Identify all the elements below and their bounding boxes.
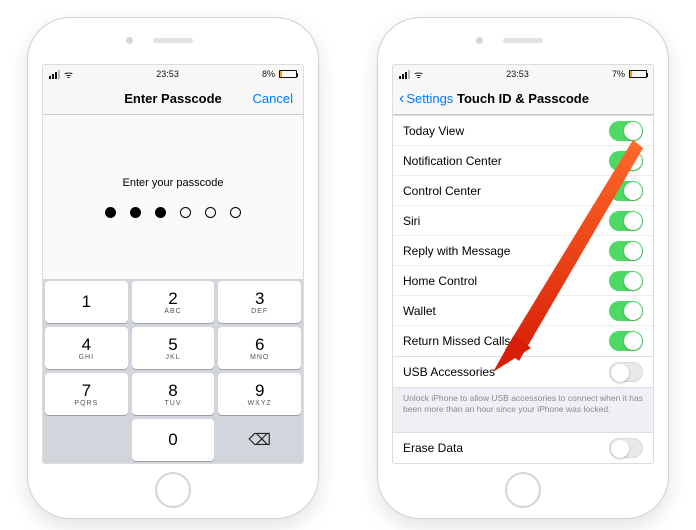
row-label: Erase Data — [403, 441, 463, 455]
speaker — [153, 38, 193, 43]
key-blank — [45, 419, 128, 461]
toggle-usb-accessories[interactable] — [609, 362, 643, 382]
erase-group: Erase Data — [393, 432, 653, 463]
nav-bar: Enter Passcode Cancel — [43, 83, 303, 115]
row-label: Wallet — [403, 304, 436, 318]
nav-title: Touch ID & Passcode — [457, 91, 589, 106]
row-label: Today View — [403, 124, 464, 138]
allow-access-group: Today View Notification Center Control Cen… — [393, 115, 653, 357]
passcode-dot — [105, 207, 116, 218]
battery-percent: 7% — [612, 69, 625, 79]
clock: 23:53 — [156, 69, 179, 79]
back-label: Settings — [406, 91, 453, 106]
battery-icon — [629, 70, 647, 78]
key-0[interactable]: 0 — [132, 419, 215, 461]
toggle-today-view[interactable] — [609, 121, 643, 141]
key-delete[interactable]: ⌫ — [218, 419, 301, 461]
battery-percent: 8% — [262, 69, 275, 79]
usb-group: USB Accessories — [393, 356, 653, 388]
toggle-siri[interactable] — [609, 211, 643, 231]
toggle-notification-center[interactable] — [609, 151, 643, 171]
passcode-dot — [130, 207, 141, 218]
battery-icon — [279, 70, 297, 78]
row-notification-center: Notification Center — [393, 146, 653, 176]
key-1[interactable]: 1 — [45, 281, 128, 323]
signal-icon — [399, 70, 410, 79]
passcode-dot — [155, 207, 166, 218]
status-bar: ᯤ 23:53 8% — [43, 65, 303, 83]
nav-bar: ‹ Settings Touch ID & Passcode — [393, 83, 653, 115]
row-label: Notification Center — [403, 154, 502, 168]
passcode-dot — [205, 207, 216, 218]
row-erase-data: Erase Data — [393, 433, 653, 463]
toggle-home-control[interactable] — [609, 271, 643, 291]
key-4[interactable]: 4GHI — [45, 327, 128, 369]
nav-title: Enter Passcode — [124, 91, 222, 106]
passcode-dot — [180, 207, 191, 218]
key-8[interactable]: 8TUV — [132, 373, 215, 415]
row-return-missed-calls: Return Missed Calls — [393, 326, 653, 356]
toggle-return-missed-calls[interactable] — [609, 331, 643, 351]
key-6[interactable]: 6MNO — [218, 327, 301, 369]
screen-settings: ᯤ 23:53 7% ‹ Settings Touch ID & Passcod… — [392, 64, 654, 464]
row-label: Control Center — [403, 184, 481, 198]
key-5[interactable]: 5JKL — [132, 327, 215, 369]
key-2[interactable]: 2ABC — [132, 281, 215, 323]
front-camera — [476, 37, 483, 44]
row-reply-with-message: Reply with Message — [393, 236, 653, 266]
toggle-control-center[interactable] — [609, 181, 643, 201]
passcode-prompt: Enter your passcode — [123, 177, 224, 189]
clock: 23:53 — [506, 69, 529, 79]
toggle-reply-with-message[interactable] — [609, 241, 643, 261]
settings-list[interactable]: Today View Notification Center Control Cen… — [393, 115, 653, 463]
row-today-view: Today View — [393, 116, 653, 146]
wifi-icon: ᯤ — [64, 67, 73, 81]
key-9[interactable]: 9WXYZ — [218, 373, 301, 415]
key-7[interactable]: 7PQRS — [45, 373, 128, 415]
chevron-left-icon: ‹ — [399, 91, 404, 107]
phone-passcode: ᯤ 23:53 8% Enter Passcode Cancel Enter y… — [28, 18, 318, 518]
back-button[interactable]: ‹ Settings — [399, 91, 453, 107]
toggle-wallet[interactable] — [609, 301, 643, 321]
passcode-dot — [230, 207, 241, 218]
passcode-area: Enter your passcode — [43, 115, 303, 279]
phone-settings: ᯤ 23:53 7% ‹ Settings Touch ID & Passcod… — [378, 18, 668, 518]
row-home-control: Home Control — [393, 266, 653, 296]
row-control-center: Control Center — [393, 176, 653, 206]
signal-icon — [49, 70, 60, 79]
row-label: Home Control — [403, 274, 477, 288]
row-label: Siri — [403, 214, 420, 228]
row-label: Reply with Message — [403, 244, 510, 258]
key-3[interactable]: 3DEF — [218, 281, 301, 323]
screen-passcode: ᯤ 23:53 8% Enter Passcode Cancel Enter y… — [42, 64, 304, 464]
row-label: Return Missed Calls — [403, 334, 510, 348]
wifi-icon: ᯤ — [414, 67, 423, 81]
status-bar: ᯤ 23:53 7% — [393, 65, 653, 83]
speaker — [503, 38, 543, 43]
home-button[interactable] — [505, 472, 541, 508]
usb-footer: Unlock iPhone to allow USB accessories t… — [393, 388, 653, 422]
cancel-button[interactable]: Cancel — [253, 91, 293, 106]
row-label: USB Accessories — [403, 365, 495, 379]
passcode-dots — [105, 207, 241, 218]
row-siri: Siri — [393, 206, 653, 236]
home-button[interactable] — [155, 472, 191, 508]
toggle-erase-data[interactable] — [609, 438, 643, 458]
row-usb-accessories: USB Accessories — [393, 357, 653, 387]
row-wallet: Wallet — [393, 296, 653, 326]
keypad: 12ABC3DEF 4GHI5JKL6MNO 7PQRS8TUV9WXYZ0⌫ — [43, 279, 303, 463]
front-camera — [126, 37, 133, 44]
